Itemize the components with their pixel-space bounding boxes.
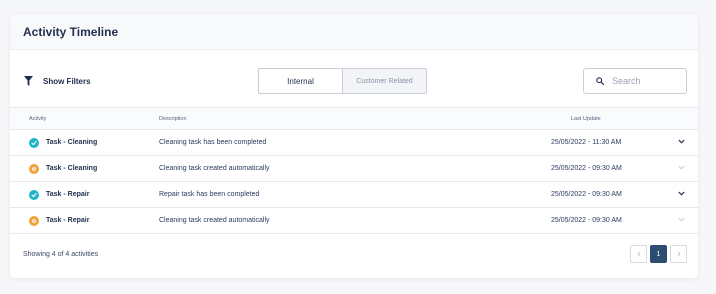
results-summary: Showing 4 of 4 activities bbox=[23, 251, 99, 258]
expand-row-button[interactable] bbox=[678, 129, 698, 156]
tab-internal[interactable]: Internal bbox=[258, 68, 343, 94]
column-header-description: Description bbox=[159, 107, 551, 130]
activity-description: Cleaning task has been completed bbox=[159, 129, 551, 156]
toolbar: Show Filters Internal Customer Related bbox=[10, 50, 698, 106]
activity-last-update: 25/05/2022 - 09:30 AM bbox=[551, 181, 678, 208]
completed-status-icon bbox=[29, 189, 39, 200]
activity-description: Cleaning task created automatically bbox=[159, 207, 551, 234]
activity-name: Task - Repair bbox=[46, 217, 90, 224]
activity-description: Repair task has been completed bbox=[159, 181, 551, 208]
activity-description: Cleaning task created automatically bbox=[159, 155, 551, 182]
activity-name: Task - Cleaning bbox=[46, 165, 98, 172]
created-status-icon bbox=[29, 215, 39, 226]
activity-timeline-card: Activity Timeline Show Filters Internal … bbox=[10, 14, 698, 278]
chevron-down-icon bbox=[678, 191, 685, 196]
tab-customer-related[interactable]: Customer Related bbox=[343, 68, 427, 94]
next-page-button[interactable] bbox=[670, 245, 687, 263]
table-row[interactable]: Task - Cleaning Cleaning task created au… bbox=[10, 155, 698, 182]
chevron-down-icon bbox=[678, 139, 685, 144]
expand-row-button-disabled bbox=[678, 155, 698, 182]
table-row[interactable]: Task - Repair Cleaning task created auto… bbox=[10, 207, 698, 234]
chevron-down-icon bbox=[678, 217, 685, 222]
tab-group: Internal Customer Related bbox=[258, 68, 427, 94]
chevron-down-icon bbox=[678, 165, 685, 170]
chevron-right-icon bbox=[677, 251, 681, 257]
filter-icon bbox=[24, 76, 33, 86]
activity-last-update: 25/05/2022 - 09:30 AM bbox=[551, 207, 678, 234]
search-icon bbox=[596, 77, 604, 85]
activity-name: Task - Cleaning bbox=[46, 139, 98, 146]
search-box[interactable] bbox=[583, 68, 687, 94]
table-row[interactable]: Task - Cleaning Cleaning task has been c… bbox=[10, 129, 698, 156]
show-filters-button[interactable]: Show Filters bbox=[24, 76, 91, 86]
column-header-last-update: Last Update bbox=[551, 107, 678, 130]
expand-row-button-disabled bbox=[678, 207, 698, 234]
chevron-left-icon bbox=[636, 251, 640, 257]
activity-last-update: 25/05/2022 - 11:30 AM bbox=[551, 129, 678, 156]
card-title: Activity Timeline bbox=[10, 14, 698, 50]
prev-page-button[interactable] bbox=[630, 245, 647, 263]
table-row[interactable]: Task - Repair Repair task has been compl… bbox=[10, 181, 698, 208]
expand-row-button[interactable] bbox=[678, 181, 698, 208]
pagination: 1 bbox=[630, 245, 690, 263]
column-header-expand bbox=[678, 107, 698, 130]
activity-last-update: 25/05/2022 - 09:30 AM bbox=[551, 155, 678, 182]
table-header-row: Activity Description Last Update bbox=[10, 107, 698, 130]
activity-name: Task - Repair bbox=[46, 191, 90, 198]
activity-table: Activity Description Last Update Task - … bbox=[10, 107, 698, 234]
page-button[interactable]: 1 bbox=[650, 245, 667, 263]
search-input[interactable] bbox=[612, 76, 682, 86]
show-filters-label: Show Filters bbox=[43, 76, 91, 86]
completed-status-icon bbox=[29, 137, 39, 148]
created-status-icon bbox=[29, 163, 39, 174]
column-header-activity: Activity bbox=[10, 107, 159, 130]
